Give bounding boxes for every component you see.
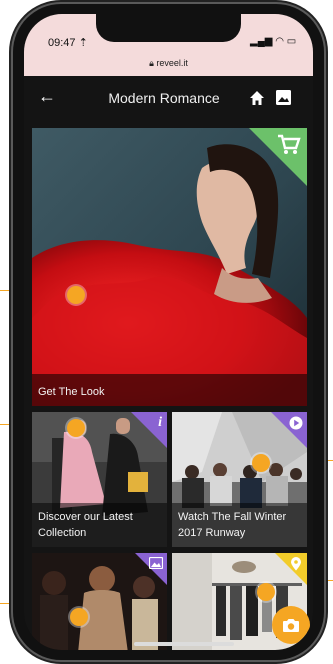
gallery-icon[interactable] xyxy=(275,89,292,106)
url-text: reveel.it xyxy=(156,58,188,68)
image-icon[interactable] xyxy=(149,557,163,569)
signal-icon: ▂▄▆ xyxy=(250,36,273,47)
discover-tile-label: Discover our Latest Collection xyxy=(38,511,133,539)
notch xyxy=(96,14,241,42)
discover-hotspot[interactable] xyxy=(67,419,85,437)
screen: 09:47 ⇡ ▂▄▆ ◠ ▭ 🔒︎ reveel.it ← Modern Ro… xyxy=(24,14,313,650)
address-bar[interactable]: 🔒︎ reveel.it xyxy=(24,58,313,69)
hero-hotspot[interactable] xyxy=(67,286,85,304)
party-hotspot[interactable] xyxy=(70,608,88,626)
status-icons: ▂▄▆ ◠ ▭ xyxy=(250,36,296,47)
party-tile[interactable] xyxy=(32,553,167,650)
wifi-icon: ◠ xyxy=(275,36,284,47)
status-time: 09:47 ⇡ xyxy=(48,37,88,49)
play-icon[interactable] xyxy=(289,416,303,430)
phone-frame: 09:47 ⇡ ▂▄▆ ◠ ▭ 🔒︎ reveel.it ← Modern Ro… xyxy=(13,4,324,660)
shopping-cart-icon[interactable] xyxy=(277,134,301,156)
status-bar: 09:47 ⇡ ▂▄▆ ◠ ▭ 🔒︎ reveel.it xyxy=(24,14,313,76)
camera-icon xyxy=(283,619,299,632)
runway-hotspot[interactable] xyxy=(252,454,270,472)
hero-tile-label: Get The Look xyxy=(38,386,105,398)
page-title: Modern Romance xyxy=(108,90,220,106)
camera-button[interactable] xyxy=(272,606,310,644)
top-nav: ← Modern Romance xyxy=(24,76,313,120)
home-indicator[interactable] xyxy=(134,642,234,646)
info-icon[interactable]: i xyxy=(158,415,162,431)
discover-tile[interactable]: i Discover our Latest Collection xyxy=(32,412,167,547)
arrow-left-icon[interactable]: ← xyxy=(38,86,56,107)
battery-icon: ▭ xyxy=(286,36,297,47)
store-hotspot[interactable] xyxy=(257,583,275,601)
runway-tile[interactable]: Watch The Fall Winter 2017 Runway xyxy=(172,412,307,547)
home-icon[interactable] xyxy=(249,90,265,106)
runway-tile-label: Watch The Fall Winter 2017 Runway xyxy=(178,511,287,539)
location-pin-icon[interactable] xyxy=(290,557,302,571)
hero-tile[interactable]: Get The Look xyxy=(32,128,307,406)
lock-icon: 🔒︎ xyxy=(149,58,154,68)
